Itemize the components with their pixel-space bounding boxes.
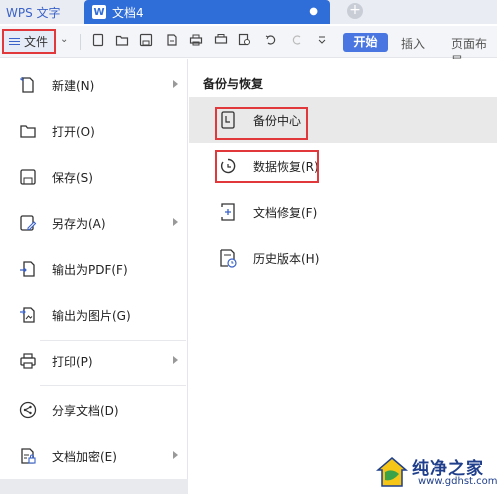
file-menu-button[interactable]: 文件 — [2, 29, 56, 54]
menu-item-label: 分享文档(D) — [52, 403, 119, 418]
menu-item-label: 输出为图片(G) — [52, 308, 131, 323]
file-menu-panel: 新建(N) 打开(O) 保存(S) 另存为(A) 输出为PDF(F) 输出为图片… — [0, 59, 188, 494]
history-version-label: 历史版本(H) — [253, 251, 320, 266]
watermark-logo-icon — [375, 457, 409, 487]
backup-icon — [18, 479, 38, 494]
menu-divider — [40, 385, 186, 386]
new-doc-icon — [18, 75, 38, 95]
export-icon[interactable] — [164, 33, 180, 49]
menu-item-label: 文档加密(E) — [52, 449, 117, 464]
menu-item-label: 另存为(A) — [52, 216, 106, 231]
share-icon — [18, 400, 38, 420]
menu-item-label: 打开(O) — [52, 124, 95, 139]
find-icon[interactable] — [237, 33, 253, 49]
menu-item-encrypt[interactable]: 文档加密(E) — [0, 433, 188, 479]
print-preview-icon[interactable] — [213, 33, 229, 49]
doc-repair-icon — [217, 201, 239, 223]
menu-item-export-pdf[interactable]: 输出为PDF(F) — [0, 246, 188, 292]
submenu-arrow-icon — [173, 451, 178, 459]
new-tab-button[interactable]: + — [347, 3, 363, 19]
new-icon[interactable] — [90, 33, 106, 49]
print-icon — [18, 351, 38, 371]
panel-heading: 备份与恢复 — [203, 77, 264, 91]
menu-item-label: 保存(S) — [52, 170, 93, 185]
open-folder-icon[interactable] — [114, 33, 130, 49]
print-icon[interactable] — [188, 33, 204, 49]
highlight-box-backup-center — [215, 107, 308, 140]
document-tab[interactable]: W 文档4 ● — [84, 0, 330, 24]
menu-item-save[interactable]: 保存(S) — [0, 154, 188, 200]
menu-item-export-image[interactable]: 输出为图片(G) — [0, 292, 188, 338]
menu-item-backup[interactable] — [0, 479, 188, 494]
app-tab-label: WPS 文字 — [6, 5, 61, 20]
save-icon — [18, 167, 38, 187]
backup-recovery-panel: 备份与恢复 备份中心 数据恢复(R) 文档修复(F) 历史版本(H) — [189, 59, 497, 494]
watermark-url: www.gdhst.com — [418, 476, 497, 487]
menu-item-save-as[interactable]: 另存为(A) — [0, 200, 188, 246]
tab-bar: WPS 文字 W 文档4 ● + — [0, 0, 497, 24]
chevron-down-icon[interactable]: ⌄ — [60, 34, 68, 45]
menu-item-label: 新建(N) — [52, 78, 95, 93]
menu-item-label: 打印(P) — [52, 354, 93, 369]
menu-item-print[interactable]: 打印(P) — [0, 338, 188, 384]
toolbar-divider — [80, 34, 81, 50]
submenu-arrow-icon — [173, 218, 178, 226]
submenu-arrow-icon — [173, 80, 178, 88]
menu-item-share[interactable]: 分享文档(D) — [0, 387, 188, 433]
app-tab[interactable]: WPS 文字 — [0, 0, 80, 24]
hamburger-icon — [9, 36, 20, 47]
redo-icon[interactable] — [289, 33, 305, 49]
highlight-box-data-recovery — [215, 150, 319, 183]
doc-repair-item[interactable]: 文档修复(F) — [189, 189, 497, 235]
save-as-icon — [18, 213, 38, 233]
toolbar: 文件 ⌄ 开始 插入 页面布局 — [0, 26, 497, 68]
document-tab-label: 文档4 — [112, 5, 144, 20]
writer-doc-icon: W — [92, 5, 106, 19]
folder-icon — [18, 121, 38, 141]
more-dropdown-icon[interactable] — [314, 33, 330, 49]
lock-doc-icon — [18, 446, 38, 466]
menu-item-new[interactable]: 新建(N) — [0, 62, 188, 108]
history-version-icon — [217, 247, 239, 269]
save-icon[interactable] — [138, 33, 154, 49]
export-pdf-icon — [18, 259, 38, 279]
history-version-item[interactable]: 历史版本(H) — [189, 235, 497, 281]
menu-item-open[interactable]: 打开(O) — [0, 108, 188, 154]
unsaved-dot-icon: ● — [309, 6, 318, 17]
tab-start[interactable]: 开始 — [343, 33, 388, 52]
undo-icon[interactable] — [263, 33, 279, 49]
menu-item-label: 输出为PDF(F) — [52, 262, 128, 277]
export-image-icon — [18, 305, 38, 325]
doc-repair-label: 文档修复(F) — [253, 205, 318, 220]
submenu-arrow-icon — [173, 356, 178, 364]
tab-insert[interactable]: 插入 — [401, 35, 425, 52]
file-menu-label: 文件 — [24, 35, 49, 49]
site-watermark: 纯净之家 www.gdhst.com — [372, 448, 497, 494]
